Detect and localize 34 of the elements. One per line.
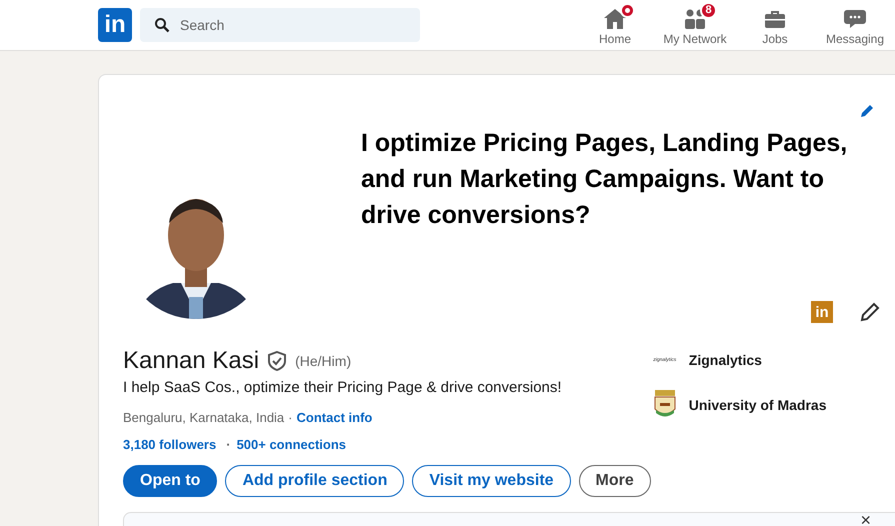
profile-name: Kannan Kasi [123, 347, 260, 375]
separator-dot: · [288, 408, 293, 426]
nav-label: Messaging [826, 30, 884, 46]
action-button[interactable]: Add profile section [225, 464, 404, 496]
connections-link[interactable]: 500+ connections [236, 435, 346, 454]
notification-badge: 8 [700, 2, 717, 18]
nav-item[interactable]: 8 My Network [655, 4, 735, 46]
location: Bengaluru, Karnataka, India [123, 408, 284, 427]
home-icon [603, 6, 627, 30]
more-button[interactable]: More [578, 464, 651, 496]
followers-link[interactable]: 3,180 followers [123, 435, 216, 454]
search-icon [154, 17, 170, 33]
open-to-button[interactable]: Open to [123, 464, 218, 496]
contact-info-link[interactable]: Contact info [296, 408, 372, 427]
nav-label: My Network [663, 30, 727, 46]
nav-item[interactable]: Messaging [815, 4, 895, 46]
experience-name[interactable]: Zignalytics [688, 350, 762, 371]
nav-label: Home [598, 30, 631, 46]
edit-icon[interactable] [859, 103, 875, 119]
logo[interactable]: in [98, 8, 132, 42]
nav-label: Jobs [762, 30, 788, 46]
nav-item[interactable]: Jobs [735, 4, 815, 46]
experience-name[interactable]: University of Madras [688, 394, 826, 416]
close-icon[interactable]: × [860, 513, 871, 526]
edit-icon[interactable] [859, 301, 881, 323]
nav-item[interactable]: Home [575, 4, 655, 46]
pronouns: (He/Him) [295, 352, 352, 371]
headline: I help SaaS Cos., optimize their Pricing Page & drive conversions! [123, 378, 563, 398]
action-button[interactable]: Visit my website [412, 464, 571, 496]
separator-dot: · [226, 436, 231, 454]
people-icon [683, 6, 707, 30]
banner-text: I optimize Pricing Pages, Landing Pages, and run Marketing Campaigns. Want to drive conversions? [361, 128, 848, 231]
search-field[interactable]: Search [140, 8, 420, 42]
logo-badge[interactable]: in [811, 301, 833, 323]
